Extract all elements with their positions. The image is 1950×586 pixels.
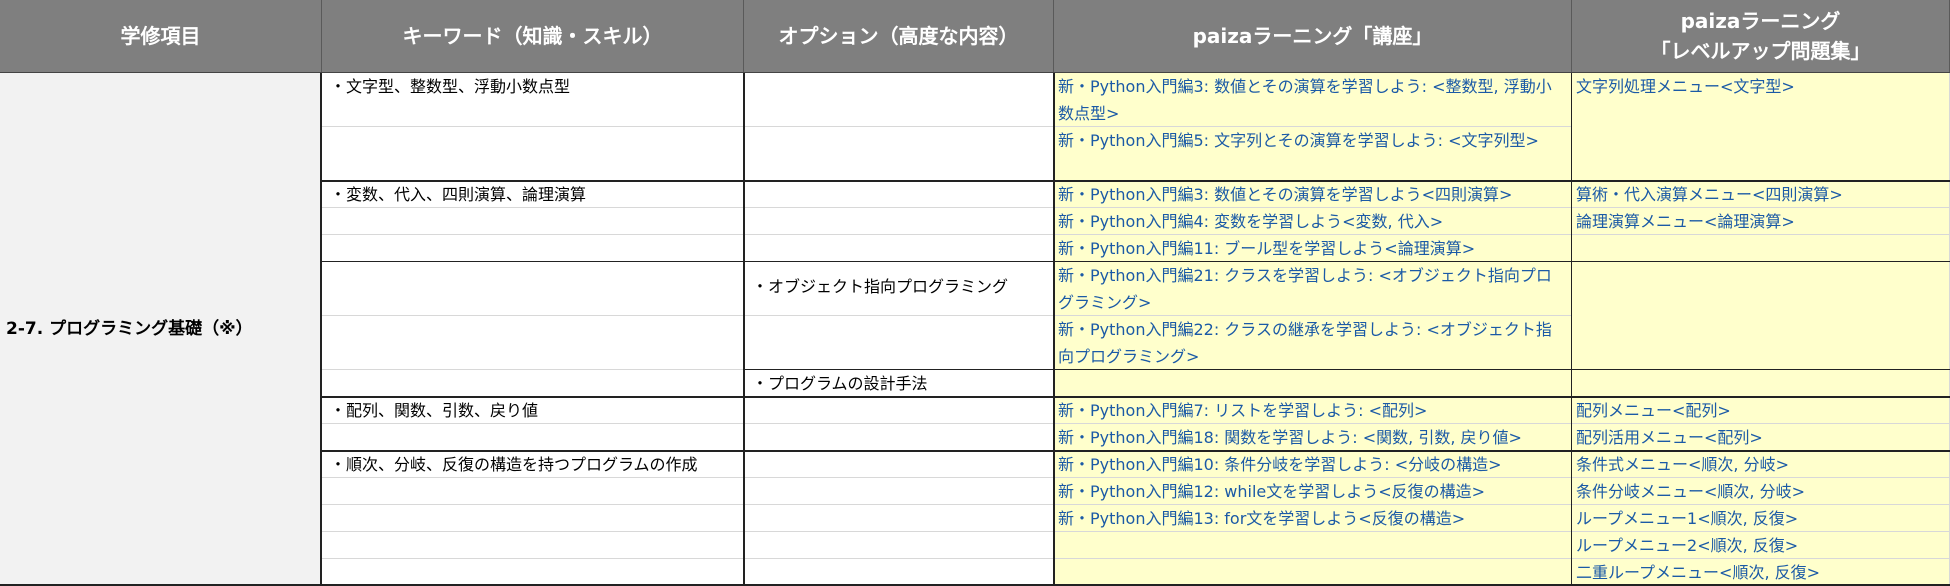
header-paiza-levelup: paizaラーニング 「レベルアップ問題集」: [1572, 0, 1950, 73]
header-levelup-line2: 「レベルアップ問題集」: [1650, 39, 1871, 63]
keyword-cell: [322, 505, 744, 532]
option-cell: [744, 235, 1054, 262]
course-cell: [1054, 532, 1572, 559]
option-cell: [744, 451, 1054, 478]
course-cell: [1054, 559, 1572, 586]
levelup-cell: 二重ループメニュー<順次, 反復>: [1572, 559, 1950, 586]
keyword-cell: [322, 370, 744, 397]
option-cell: [744, 127, 1054, 181]
keyword-cell: [322, 235, 744, 262]
group-divider: [322, 180, 1950, 182]
category-cell: 2-7. プログラミング基礎（※）: [0, 73, 322, 586]
group-divider: [322, 396, 1950, 398]
keyword-cell: ・変数、代入、四則演算、論理演算: [322, 181, 744, 208]
course-cell: 新・Python入門編11: ブール型を学習しよう<論理演算>: [1054, 235, 1572, 262]
column-divider: [1053, 73, 1055, 586]
course-cell: 新・Python入門編4: 変数を学習しよう<変数, 代入>: [1054, 208, 1572, 235]
levelup-cell: [1572, 370, 1950, 397]
course-cell: 新・Python入門編21: クラスを学習しよう: <オブジェクト指向プログラミ…: [1054, 262, 1572, 316]
course-cell: 新・Python入門編12: while文を学習しよう<反復の構造>: [1054, 478, 1572, 505]
levelup-cell: 配列活用メニュー<配列>: [1572, 424, 1950, 451]
keyword-cell: [322, 424, 744, 451]
option-cell: [744, 316, 1054, 370]
keyword-cell: [322, 559, 744, 586]
column-divider: [743, 73, 745, 586]
course-cell: 新・Python入門編18: 関数を学習しよう: <関数, 引数, 戻り値>: [1054, 424, 1572, 451]
option-cell: ・オブジェクト指向プログラミング: [744, 262, 1054, 316]
option-cell: [744, 181, 1054, 208]
keyword-cell: ・配列、関数、引数、戻り値: [322, 397, 744, 424]
option-cell: [744, 208, 1054, 235]
keyword-cell: ・順次、分岐、反復の構造を持つプログラムの作成: [322, 451, 744, 478]
levelup-cell: ループメニュー1<順次, 反復>: [1572, 505, 1950, 532]
header-bottom-border: [0, 72, 1950, 73]
curriculum-table: 学修項目 キーワード（知識・スキル） オプション（高度な内容） paizaラーニ…: [0, 0, 1950, 586]
keyword-cell: ・文字型、整数型、浮動小数点型: [322, 73, 744, 127]
levelup-cell: 文字列処理メニュー<文字型>: [1572, 73, 1950, 181]
option-cell: [744, 532, 1054, 559]
levelup-cell: 条件分岐メニュー<順次, 分岐>: [1572, 478, 1950, 505]
course-cell: 新・Python入門編3: 数値とその演算を学習しよう: <整数型, 浮動小数点…: [1054, 73, 1572, 127]
header-learning-item: 学修項目: [0, 0, 322, 73]
course-cell: 新・Python入門編13: for文を学習しよう<反復の構造>: [1054, 505, 1572, 532]
keyword-cell: [322, 262, 744, 316]
course-cell: 新・Python入門編5: 文字列とその演算を学習しよう: <文字列型>: [1054, 127, 1572, 181]
keyword-cell: [322, 316, 744, 370]
levelup-cell: 算術・代入演算メニュー<四則演算>: [1572, 181, 1950, 208]
course-cell: [1054, 370, 1572, 397]
group-divider: [322, 450, 1950, 452]
levelup-cell: ループメニュー2<順次, 反復>: [1572, 532, 1950, 559]
header-options: オプション（高度な内容）: [744, 0, 1054, 73]
option-cell: [744, 505, 1054, 532]
header-levelup-line1: paizaラーニング: [1680, 9, 1841, 33]
option-cell: [744, 397, 1054, 424]
levelup-cell: [1572, 262, 1950, 370]
header-keywords: キーワード（知識・スキル）: [322, 0, 744, 73]
option-cell: ・プログラムの設計手法: [744, 370, 1054, 397]
course-cell: 新・Python入門編7: リストを学習しよう: <配列>: [1054, 397, 1572, 424]
levelup-cell: 条件式メニュー<順次, 分岐>: [1572, 451, 1950, 478]
course-cell: 新・Python入門編3: 数値とその演算を学習しよう<四則演算>: [1054, 181, 1572, 208]
option-cell: [744, 424, 1054, 451]
keyword-cell: [322, 208, 744, 235]
group-divider: [322, 261, 1950, 262]
column-divider: [1571, 73, 1572, 586]
course-cell: 新・Python入門編22: クラスの継承を学習しよう: <オブジェクト指向プロ…: [1054, 316, 1572, 370]
option-cell: [744, 73, 1054, 127]
option-cell: [744, 559, 1054, 586]
levelup-cell: [1572, 235, 1950, 262]
levelup-cell: 配列メニュー<配列>: [1572, 397, 1950, 424]
keyword-cell: [322, 478, 744, 505]
group-divider: [744, 369, 1950, 370]
header-paiza-courses: paizaラーニング「講座」: [1054, 0, 1572, 73]
keyword-cell: [322, 532, 744, 559]
course-cell: 新・Python入門編10: 条件分岐を学習しよう: <分岐の構造>: [1054, 451, 1572, 478]
levelup-cell: 論理演算メニュー<論理演算>: [1572, 208, 1950, 235]
option-cell: [744, 478, 1054, 505]
keyword-cell: [322, 127, 744, 181]
